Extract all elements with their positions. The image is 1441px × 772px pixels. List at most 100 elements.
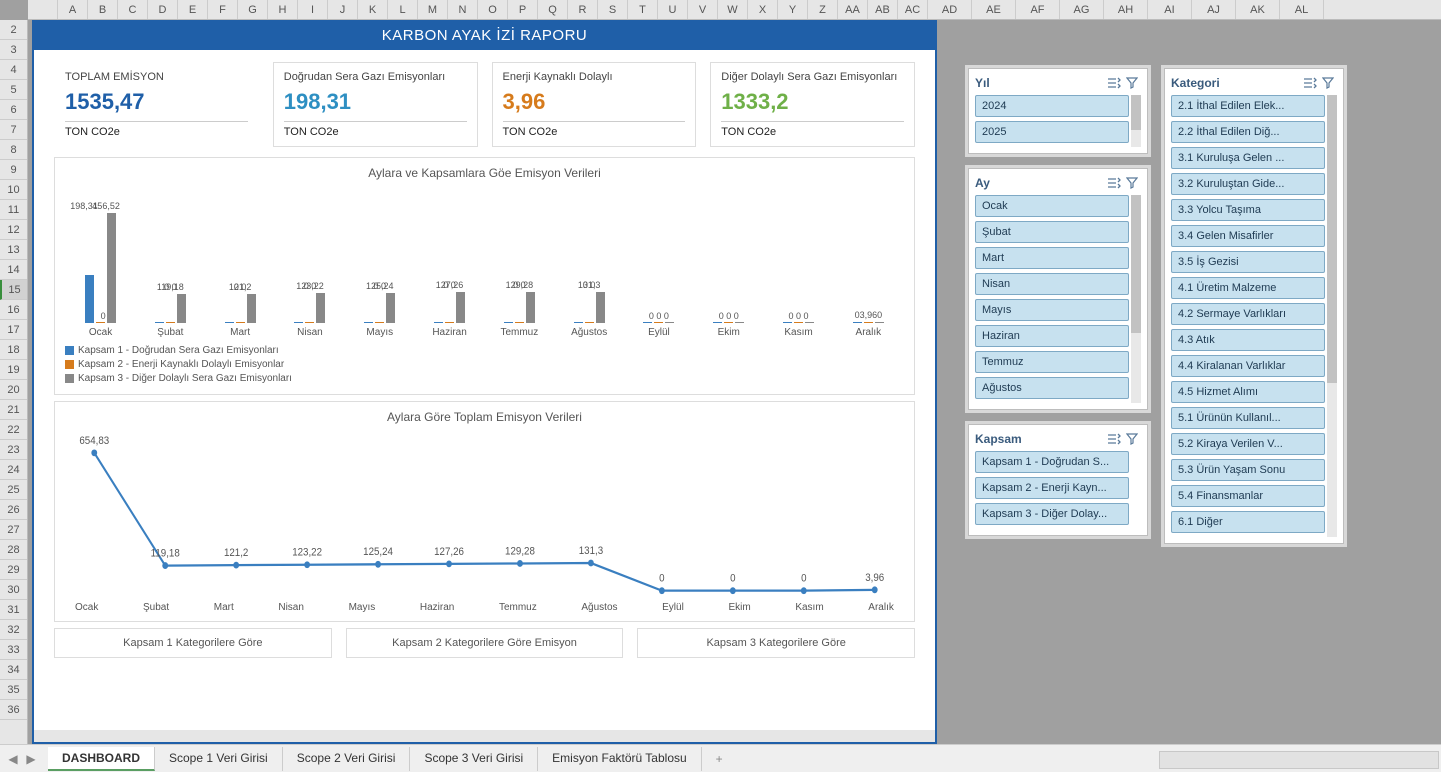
col-A[interactable]: A: [58, 0, 88, 19]
col-B[interactable]: B: [88, 0, 118, 19]
slicer-item[interactable]: 2.1 İthal Edilen Elek...: [1171, 95, 1325, 117]
row-8[interactable]: 8: [0, 140, 27, 160]
slicer-scrollbar[interactable]: [1327, 95, 1337, 537]
col-G[interactable]: G: [238, 0, 268, 19]
col-U[interactable]: U: [658, 0, 688, 19]
slicer-item[interactable]: Kapsam 3 - Diğer Dolay...: [975, 503, 1129, 525]
col-AA[interactable]: AA: [838, 0, 868, 19]
row-2[interactable]: 2: [0, 20, 27, 40]
row-15[interactable]: 15: [0, 280, 27, 300]
multiselect-icon[interactable]: [1105, 175, 1123, 191]
row-26[interactable]: 26: [0, 500, 27, 520]
slicer-item[interactable]: 3.2 Kuruluştan Gide...: [1171, 173, 1325, 195]
slicer-item[interactable]: Mart: [975, 247, 1129, 269]
row-14[interactable]: 14: [0, 260, 27, 280]
col-Z[interactable]: Z: [808, 0, 838, 19]
col-AK[interactable]: AK: [1236, 0, 1280, 19]
col-Y[interactable]: Y: [778, 0, 808, 19]
slicer-item[interactable]: 2.2 İthal Edilen Diğ...: [1171, 121, 1325, 143]
slicer-item[interactable]: 4.2 Sermaye Varlıkları: [1171, 303, 1325, 325]
slicer-item[interactable]: 6.1 Diğer: [1171, 511, 1325, 533]
sheet-tab[interactable]: Emisyon Faktörü Tablosu: [538, 747, 702, 771]
row-3[interactable]: 3: [0, 40, 27, 60]
col-AI[interactable]: AI: [1148, 0, 1192, 19]
slicer-item[interactable]: Ocak: [975, 195, 1129, 217]
row-30[interactable]: 30: [0, 580, 27, 600]
row-19[interactable]: 19: [0, 360, 27, 380]
multiselect-icon[interactable]: [1105, 75, 1123, 91]
slicer-item[interactable]: 4.5 Hizmet Alımı: [1171, 381, 1325, 403]
row-12[interactable]: 12: [0, 220, 27, 240]
slicer-item[interactable]: Temmuz: [975, 351, 1129, 373]
row-21[interactable]: 21: [0, 400, 27, 420]
row-13[interactable]: 13: [0, 240, 27, 260]
row-17[interactable]: 17: [0, 320, 27, 340]
sub-chart-3[interactable]: Kapsam 3 Kategorilere Göre: [637, 628, 915, 658]
col-P[interactable]: P: [508, 0, 538, 19]
slicer-item[interactable]: Kapsam 2 - Enerji Kayn...: [975, 477, 1129, 499]
slicer-item[interactable]: 2025: [975, 121, 1129, 143]
row-28[interactable]: 28: [0, 540, 27, 560]
row-22[interactable]: 22: [0, 420, 27, 440]
col-D[interactable]: D: [148, 0, 178, 19]
col-J[interactable]: J: [328, 0, 358, 19]
row-31[interactable]: 31: [0, 600, 27, 620]
col-H[interactable]: H: [268, 0, 298, 19]
slicer-item[interactable]: 3.1 Kuruluşa Gelen ...: [1171, 147, 1325, 169]
slicer-item[interactable]: Ağustos: [975, 377, 1129, 399]
row-6[interactable]: 6: [0, 100, 27, 120]
slicer-item[interactable]: Nisan: [975, 273, 1129, 295]
row-20[interactable]: 20: [0, 380, 27, 400]
sheet-tab[interactable]: DASHBOARD: [48, 747, 155, 771]
multiselect-icon[interactable]: [1301, 75, 1319, 91]
tab-next-icon[interactable]: ▶: [24, 752, 38, 766]
col-AJ[interactable]: AJ: [1192, 0, 1236, 19]
line-chart-box[interactable]: Aylara Göre Toplam Emisyon Verileri 654,…: [54, 401, 915, 622]
slicer-item[interactable]: Kapsam 1 - Doğrudan S...: [975, 451, 1129, 473]
slicer-item[interactable]: 3.5 İş Gezisi: [1171, 251, 1325, 273]
col-X[interactable]: X: [748, 0, 778, 19]
slicer-kapsam[interactable]: KapsamKapsam 1 - Doğrudan S...Kapsam 2 -…: [968, 424, 1148, 536]
row-35[interactable]: 35: [0, 680, 27, 700]
slicer-item[interactable]: Şubat: [975, 221, 1129, 243]
clear-filter-icon[interactable]: [1123, 75, 1141, 91]
slicer-item[interactable]: Haziran: [975, 325, 1129, 347]
slicer-scrollbar[interactable]: [1131, 95, 1141, 147]
add-sheet-button[interactable]: +: [702, 748, 737, 770]
col-AD[interactable]: AD: [928, 0, 972, 19]
col-AG[interactable]: AG: [1060, 0, 1104, 19]
slicer-item[interactable]: 3.3 Yolcu Taşıma: [1171, 199, 1325, 221]
row-32[interactable]: 32: [0, 620, 27, 640]
sheet-tab[interactable]: Scope 3 Veri Girisi: [410, 747, 538, 771]
slicer-scrollbar[interactable]: [1131, 195, 1141, 403]
sub-chart-1[interactable]: Kapsam 1 Kategorilere Göre: [54, 628, 332, 658]
col-W[interactable]: W: [718, 0, 748, 19]
col-AB[interactable]: AB: [868, 0, 898, 19]
slicer-ay[interactable]: AyOcakŞubatMartNisanMayısHaziranTemmuzAğ…: [968, 168, 1148, 410]
slicer-item[interactable]: 5.1 Ürünün Kullanıl...: [1171, 407, 1325, 429]
slicer-item[interactable]: 4.1 Üretim Malzeme: [1171, 277, 1325, 299]
slicer-item[interactable]: 5.3 Ürün Yaşam Sonu: [1171, 459, 1325, 481]
tab-prev-icon[interactable]: ◀: [6, 752, 20, 766]
row-25[interactable]: 25: [0, 480, 27, 500]
dashboard-hscroll[interactable]: [34, 730, 935, 742]
row-7[interactable]: 7: [0, 120, 27, 140]
col-Q[interactable]: Q: [538, 0, 568, 19]
clear-filter-icon[interactable]: [1123, 175, 1141, 191]
col-AE[interactable]: AE: [972, 0, 1016, 19]
col-L[interactable]: L: [388, 0, 418, 19]
col-R[interactable]: R: [568, 0, 598, 19]
col-V[interactable]: V: [688, 0, 718, 19]
slicer-item[interactable]: 3.4 Gelen Misafirler: [1171, 225, 1325, 247]
col-S[interactable]: S: [598, 0, 628, 19]
col-C[interactable]: C: [118, 0, 148, 19]
sub-chart-2[interactable]: Kapsam 2 Kategorilere Göre Emisyon: [346, 628, 624, 658]
slicer-kategori[interactable]: Kategori2.1 İthal Edilen Elek...2.2 İtha…: [1164, 68, 1344, 544]
row-18[interactable]: 18: [0, 340, 27, 360]
row-27[interactable]: 27: [0, 520, 27, 540]
row-10[interactable]: 10: [0, 180, 27, 200]
row-34[interactable]: 34: [0, 660, 27, 680]
row-16[interactable]: 16: [0, 300, 27, 320]
row-36[interactable]: 36: [0, 700, 27, 720]
row-23[interactable]: 23: [0, 440, 27, 460]
